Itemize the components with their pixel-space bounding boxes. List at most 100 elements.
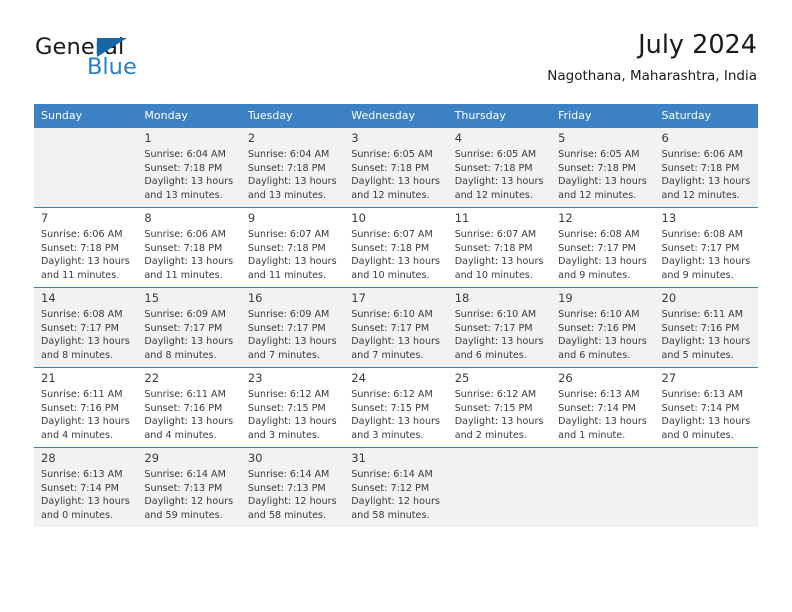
day-daylight1-text: Daylight: 13 hours <box>144 176 234 187</box>
day-number: 8 <box>144 211 152 225</box>
day-daylight2-text: and 9 minutes. <box>661 269 734 281</box>
brand-name-blue: Blue <box>87 54 137 80</box>
calendar-day-cell[interactable]: 20 Sunrise: 6:11 AM Sunset: 7:16 PM Dayligh… <box>654 287 758 368</box>
day-sunset-text: Sunset: 7:13 PM <box>247 482 326 494</box>
day-sunset-text: Sunset: 7:17 PM <box>558 242 636 254</box>
calendar-day-cell[interactable]: 1 Sunrise: 6:04 AM Sunset: 7:18 PM Daylight… <box>137 127 241 208</box>
day-daylight1-text: Daylight: 13 hours <box>247 256 337 267</box>
calendar-day-cell[interactable]: 18 Sunrise: 6:10 AM Sunset: 7:17 PM Dayligh… <box>447 287 552 368</box>
day-sun-info: Sunrise: 6:09 AM Sunset: 7:17 PM Daylight:… <box>137 308 240 362</box>
calendar-day-cell[interactable]: 7 Sunrise: 6:06 AM Sunset: 7:18 PM Daylight… <box>34 207 138 288</box>
day-sunset-text: Sunset: 7:18 PM <box>144 242 223 254</box>
calendar-day-cell[interactable]: 19 Sunrise: 6:10 AM Sunset: 7:16 PM Dayligh… <box>551 287 655 368</box>
day-sunset-text: Sunset: 7:14 PM <box>558 402 636 414</box>
page-subtitle-location: Nagothana, Maharashtra, India <box>547 67 757 84</box>
calendar-day-cell[interactable]: 28 Sunrise: 6:13 AM Sunset: 7:14 PM Dayligh… <box>34 447 138 527</box>
day-sun-info: Sunrise: 6:04 AM Sunset: 7:18 PM Daylight:… <box>241 148 344 202</box>
day-sunset-text: Sunset: 7:13 PM <box>144 482 223 494</box>
day-sun-info: Sunrise: 6:05 AM Sunset: 7:18 PM Daylight:… <box>344 148 447 202</box>
calendar-day-cell[interactable]: 2 Sunrise: 6:04 AM Sunset: 7:18 PM Daylight… <box>240 127 345 208</box>
day-sunrise-text: Sunrise: 6:14 AM <box>351 469 433 480</box>
day-sunrise-text: Sunrise: 6:08 AM <box>558 229 640 240</box>
day-sun-info: Sunrise: 6:12 AM Sunset: 7:15 PM Daylight:… <box>448 388 551 442</box>
day-sunrise-text: Sunrise: 6:07 AM <box>351 229 433 240</box>
calendar-day-cell[interactable]: 31 Sunrise: 6:14 AM Sunset: 7:12 PM Dayligh… <box>344 447 448 527</box>
day-daylight1-text: Daylight: 13 hours <box>351 256 440 267</box>
day-daylight2-text: and 4 minutes. <box>144 429 217 441</box>
day-number: 14 <box>41 291 56 305</box>
day-sunrise-text: Sunrise: 6:05 AM <box>558 149 640 160</box>
day-sunrise-text: Sunrise: 6:06 AM <box>661 149 744 160</box>
day-sunrise-text: Sunrise: 6:05 AM <box>351 149 433 160</box>
day-sunset-text: Sunset: 7:18 PM <box>351 242 430 254</box>
calendar-day-cell[interactable]: 3 Sunrise: 6:05 AM Sunset: 7:18 PM Daylight… <box>344 127 448 208</box>
day-number: 3 <box>351 131 359 145</box>
day-number: 17 <box>351 291 366 305</box>
calendar-day-cell[interactable]: 4 Sunrise: 6:05 AM Sunset: 7:18 PM Daylight… <box>447 127 552 208</box>
day-sun-info: Sunrise: 6:13 AM Sunset: 7:14 PM Daylight:… <box>551 388 654 442</box>
day-daylight1-text: Daylight: 13 hours <box>454 416 544 427</box>
day-sun-info: Sunrise: 6:06 AM Sunset: 7:18 PM Daylight:… <box>137 228 240 282</box>
day-daylight1-text: Daylight: 13 hours <box>351 336 440 347</box>
calendar-day-cell[interactable]: 17 Sunrise: 6:10 AM Sunset: 7:17 PM Dayligh… <box>344 287 448 368</box>
day-sunrise-text: Sunrise: 6:11 AM <box>41 389 123 400</box>
day-sunrise-text: Sunrise: 6:11 AM <box>661 309 744 320</box>
day-sunset-text: Sunset: 7:18 PM <box>41 242 119 254</box>
calendar-day-cell[interactable]: 22 Sunrise: 6:11 AM Sunset: 7:16 PM Dayligh… <box>137 367 241 448</box>
calendar-week-row: 21 Sunrise: 6:11 AM Sunset: 7:16 PM Dayligh… <box>34 367 758 448</box>
day-daylight1-text: Daylight: 13 hours <box>454 336 544 347</box>
calendar-day-cell[interactable]: 12 Sunrise: 6:08 AM Sunset: 7:17 PM Dayligh… <box>551 207 655 288</box>
calendar-page: General Blue July 2024 Nagothana, Mahara… <box>0 0 792 612</box>
day-daylight1-text: Daylight: 13 hours <box>41 496 130 507</box>
day-daylight2-text: and 5 minutes. <box>661 349 734 361</box>
day-daylight1-text: Daylight: 13 hours <box>661 256 751 267</box>
day-sun-info: Sunrise: 6:13 AM Sunset: 7:14 PM Daylight:… <box>655 388 758 442</box>
day-sunrise-text: Sunrise: 6:04 AM <box>144 149 226 160</box>
brand-logo[interactable]: General Blue <box>35 36 255 88</box>
calendar-day-cell[interactable]: 26 Sunrise: 6:13 AM Sunset: 7:14 PM Dayligh… <box>551 367 655 448</box>
calendar-day-cell[interactable]: 14 Sunrise: 6:08 AM Sunset: 7:17 PM Dayligh… <box>34 287 138 368</box>
day-daylight1-text: Daylight: 13 hours <box>41 336 130 347</box>
day-daylight2-text: and 8 minutes. <box>144 349 217 361</box>
day-sunset-text: Sunset: 7:16 PM <box>558 322 636 334</box>
calendar-day-cell[interactable]: 5 Sunrise: 6:05 AM Sunset: 7:18 PM Daylight… <box>551 127 655 208</box>
day-number: 2 <box>247 131 256 145</box>
day-daylight2-text: and 12 minutes. <box>661 189 740 201</box>
title-block: July 2024 Nagothana, Maharashtra, India <box>547 30 757 84</box>
calendar-day-cell[interactable]: 9 Sunrise: 6:07 AM Sunset: 7:18 PM Daylight… <box>240 207 345 288</box>
day-daylight2-text: and 6 minutes. <box>558 349 631 361</box>
weekday-header-thursday: Thursday <box>447 104 552 128</box>
day-sunrise-text: Sunrise: 6:08 AM <box>41 309 123 320</box>
day-sun-info: Sunrise: 6:12 AM Sunset: 7:15 PM Daylight:… <box>344 388 447 442</box>
weekday-header-sunday: Sunday <box>34 104 138 128</box>
day-number: 11 <box>454 211 470 225</box>
day-sun-info: Sunrise: 6:05 AM Sunset: 7:18 PM Daylight:… <box>551 148 654 202</box>
calendar-day-cell[interactable]: 24 Sunrise: 6:12 AM Sunset: 7:15 PM Dayligh… <box>344 367 448 448</box>
day-number: 31 <box>351 451 366 465</box>
day-daylight1-text: Daylight: 13 hours <box>41 256 130 267</box>
calendar-day-cell[interactable]: 29 Sunrise: 6:14 AM Sunset: 7:13 PM Dayligh… <box>137 447 241 527</box>
calendar-day-cell[interactable]: 16 Sunrise: 6:09 AM Sunset: 7:17 PM Dayligh… <box>240 287 345 368</box>
day-sunset-text: Sunset: 7:17 PM <box>247 322 326 334</box>
day-sunset-text: Sunset: 7:18 PM <box>661 162 740 174</box>
calendar-day-cell[interactable]: 27 Sunrise: 6:13 AM Sunset: 7:14 PM Dayligh… <box>654 367 758 448</box>
calendar-day-cell[interactable]: 10 Sunrise: 6:07 AM Sunset: 7:18 PM Dayligh… <box>344 207 448 288</box>
calendar-day-cell[interactable]: 8 Sunrise: 6:06 AM Sunset: 7:18 PM Daylight… <box>137 207 241 288</box>
day-daylight1-text: Daylight: 13 hours <box>454 256 544 267</box>
day-daylight2-text: and 7 minutes. <box>351 349 424 361</box>
day-sunrise-text: Sunrise: 6:11 AM <box>144 389 226 400</box>
day-sunrise-text: Sunrise: 6:10 AM <box>558 309 640 320</box>
day-number: 26 <box>558 371 573 385</box>
calendar-day-cell[interactable]: 11 Sunrise: 6:07 AM Sunset: 7:18 PM Dayligh… <box>447 207 552 288</box>
calendar-day-cell[interactable]: 13 Sunrise: 6:08 AM Sunset: 7:17 PM Dayligh… <box>654 207 758 288</box>
calendar-day-cell[interactable]: 23 Sunrise: 6:12 AM Sunset: 7:15 PM Dayligh… <box>240 367 345 448</box>
day-number: 6 <box>661 131 669 145</box>
day-daylight1-text: Daylight: 13 hours <box>144 336 234 347</box>
day-sun-info: Sunrise: 6:07 AM Sunset: 7:18 PM Daylight:… <box>344 228 447 282</box>
calendar-day-cell[interactable]: 25 Sunrise: 6:12 AM Sunset: 7:15 PM Dayligh… <box>447 367 552 448</box>
day-number: 5 <box>558 131 566 145</box>
calendar-day-cell[interactable]: 21 Sunrise: 6:11 AM Sunset: 7:16 PM Dayligh… <box>34 367 138 448</box>
calendar-day-cell[interactable]: 30 Sunrise: 6:14 AM Sunset: 7:13 PM Dayligh… <box>240 447 345 527</box>
calendar-day-cell[interactable]: 15 Sunrise: 6:09 AM Sunset: 7:17 PM Dayligh… <box>137 287 241 368</box>
calendar-day-cell[interactable]: 6 Sunrise: 6:06 AM Sunset: 7:18 PM Daylight… <box>654 127 758 208</box>
